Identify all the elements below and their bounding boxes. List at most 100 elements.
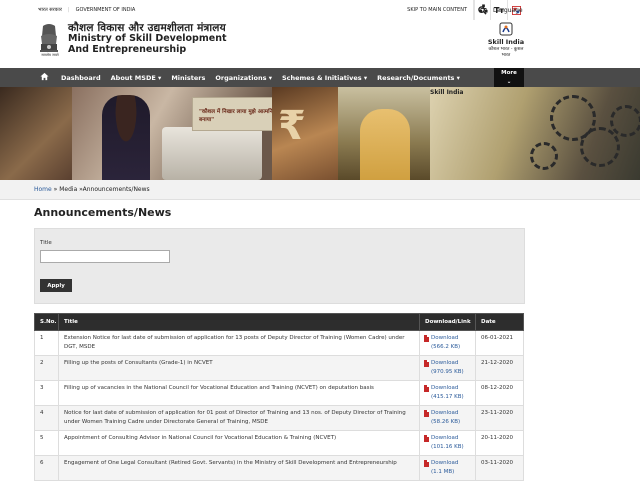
apply-button[interactable]: Apply [40, 279, 72, 292]
row-title: Filling up of vacancies in the National … [58, 380, 420, 406]
table-header-row: S.No. Title Download/Link Date [34, 313, 524, 331]
row-sno: 1 [34, 330, 59, 356]
breadcrumb-current: Announcements/News [82, 186, 150, 193]
language-selector[interactable]: Language [474, 0, 523, 20]
pdf-icon [424, 360, 429, 367]
top-utility-bar: भारत सरकार | GOVERNMENT OF INDIA SKIP TO M… [0, 0, 640, 21]
ministry-line-1: Ministry of Skill Development [68, 33, 227, 44]
pdf-icon [424, 385, 429, 392]
pdf-icon [424, 435, 429, 442]
nav-item-dashboard[interactable]: Dashboard [56, 74, 106, 82]
table-row: 4 Notice for last date of submission of … [34, 405, 524, 431]
main-navigation: Dashboard About MSDE ▾ Ministers Organiz… [0, 68, 640, 88]
download-label[interactable]: Download [431, 459, 470, 468]
row-title: Filling up the posts of Consultants (Gra… [58, 355, 420, 381]
gear-icon [580, 127, 620, 167]
table-row: 3 Filling up of vacancies in the Nationa… [34, 380, 524, 406]
row-sno: 4 [34, 405, 59, 431]
download-link[interactable]: Download (970.95 KB) [419, 355, 476, 381]
pdf-icon [424, 335, 429, 342]
title-filter-label: Title [40, 240, 52, 246]
column-header-title: Title [58, 313, 420, 331]
language-label: Language [493, 6, 523, 14]
table-row: 5 Appointment of Consulting Advisor in N… [34, 430, 524, 456]
skip-to-content-link[interactable]: SKIP TO MAIN CONTENT [401, 7, 473, 13]
row-title: Appointment of Consulting Advisor in Nat… [58, 430, 420, 456]
row-date: 21-12-2020 [475, 355, 524, 381]
nav-item-research-documents[interactable]: Research/Documents ▾ [372, 74, 465, 82]
banner-panel-trainee [338, 87, 430, 180]
banner-panel-rupee: ₹ [272, 87, 338, 180]
download-link[interactable]: Download (101.16 KB) [419, 430, 476, 456]
nav-item-ministers[interactable]: Ministers [166, 74, 210, 82]
skill-india-logo[interactable]: Skill India कौशल भारत - कुशल भारत [486, 22, 526, 58]
download-link[interactable]: Download (415.17 KB) [419, 380, 476, 406]
banner-trainee [360, 109, 410, 180]
breadcrumb-home[interactable]: Home [34, 186, 52, 193]
govt-label: भारत सरकार | GOVERNMENT OF INDIA [38, 7, 141, 13]
rupee-icon: ₹ [278, 103, 306, 149]
row-date: 03-11-2020 [475, 455, 524, 481]
breadcrumb-media[interactable]: Media [59, 186, 77, 193]
banner-panel-gears: Skill India [430, 87, 640, 180]
chevron-down-icon: ⌄ [506, 79, 512, 85]
skill-india-name: Skill India [487, 38, 525, 46]
banner-panel-tailoring: "कौशल में निखार लाया मुझे आत्मनिर्भर बना… [72, 87, 282, 180]
row-date: 06-01-2021 [475, 330, 524, 356]
gear-icon [530, 142, 558, 170]
nav-items: Dashboard About MSDE ▾ Ministers Organiz… [56, 68, 465, 87]
row-date: 08-12-2020 [475, 380, 524, 406]
row-date: 23-11-2020 [475, 405, 524, 431]
poster-text: "कौशल में निखार लाया मुझे आत्मनिर्भर बना… [199, 109, 279, 123]
file-size: (566.2 KB) [431, 344, 461, 350]
sitemap-icon [479, 4, 488, 16]
download-link[interactable]: Download (1.1 MB) [419, 455, 476, 481]
more-label: More [501, 70, 517, 76]
download-link[interactable]: Download (566.2 KB) [419, 330, 476, 356]
file-size: (970.95 KB) [431, 369, 464, 375]
national-emblem-logo[interactable]: सत्यमेव जयते [37, 22, 61, 60]
page-title: Announcements/News [34, 206, 172, 219]
row-title: Extension Notice for last date of submis… [58, 330, 420, 356]
emblem-caption: सत्यमेव जयते [41, 53, 59, 57]
file-size: (415.17 KB) [431, 394, 464, 400]
row-date: 20-11-2020 [475, 430, 524, 456]
gear-icon [610, 105, 640, 137]
banner-person [102, 95, 150, 180]
nav-item-schemes-initiatives[interactable]: Schemes & Initiatives ▾ [277, 74, 372, 82]
table-row: 2 Filling up the posts of Consultants (G… [34, 355, 524, 381]
download-label[interactable]: Download [431, 434, 470, 443]
download-link[interactable]: Download (58.26 KB) [419, 405, 476, 431]
announcements-table: S.No. Title Download/Link Date 1 Extensi… [34, 313, 524, 481]
file-size: (58.26 KB) [431, 419, 461, 425]
column-header-download: Download/Link [419, 313, 476, 331]
download-label[interactable]: Download [431, 334, 470, 343]
nav-more-button[interactable]: More ⌄ [494, 68, 524, 88]
breadcrumb: Home » Media »Announcements/News [0, 180, 640, 200]
download-label[interactable]: Download [431, 359, 470, 368]
row-sno: 2 [34, 355, 59, 381]
govt-hindi: भारत सरकार [38, 7, 62, 13]
ministry-name-english: Ministry of Skill Development And Entrep… [68, 33, 227, 55]
file-size: (101.16 KB) [431, 444, 464, 450]
home-icon[interactable] [40, 72, 49, 84]
pdf-icon [424, 410, 429, 417]
pdf-icon [424, 460, 429, 467]
column-header-date: Date [475, 313, 524, 331]
skill-india-icon [499, 22, 513, 36]
download-label[interactable]: Download [431, 384, 470, 393]
nav-item-about-msde[interactable]: About MSDE ▾ [106, 74, 167, 82]
row-title: Engagement of One Legal Consultant (Reti… [58, 455, 420, 481]
nav-item-organizations[interactable]: Organizations ▾ [210, 74, 277, 82]
banner-panel-workshop [0, 87, 72, 180]
column-header-sno: S.No. [34, 313, 59, 331]
ministry-line-2: And Entrepreneurship [68, 44, 187, 55]
table-row: 1 Extension Notice for last date of subm… [34, 330, 524, 356]
banner-poster: "कौशल में निखार लाया मुझे आत्मनिर्भर बना… [192, 97, 282, 131]
download-label[interactable]: Download [431, 409, 470, 418]
govt-english: GOVERNMENT OF INDIA [75, 7, 136, 13]
hero-banner: "कौशल में निखार लाया मुझे आत्मनिर्भर बना… [0, 87, 640, 180]
table-row: 6 Engagement of One Legal Consultant (Re… [34, 455, 524, 481]
file-size: (1.1 MB) [431, 469, 455, 475]
title-filter-input[interactable] [40, 250, 170, 263]
